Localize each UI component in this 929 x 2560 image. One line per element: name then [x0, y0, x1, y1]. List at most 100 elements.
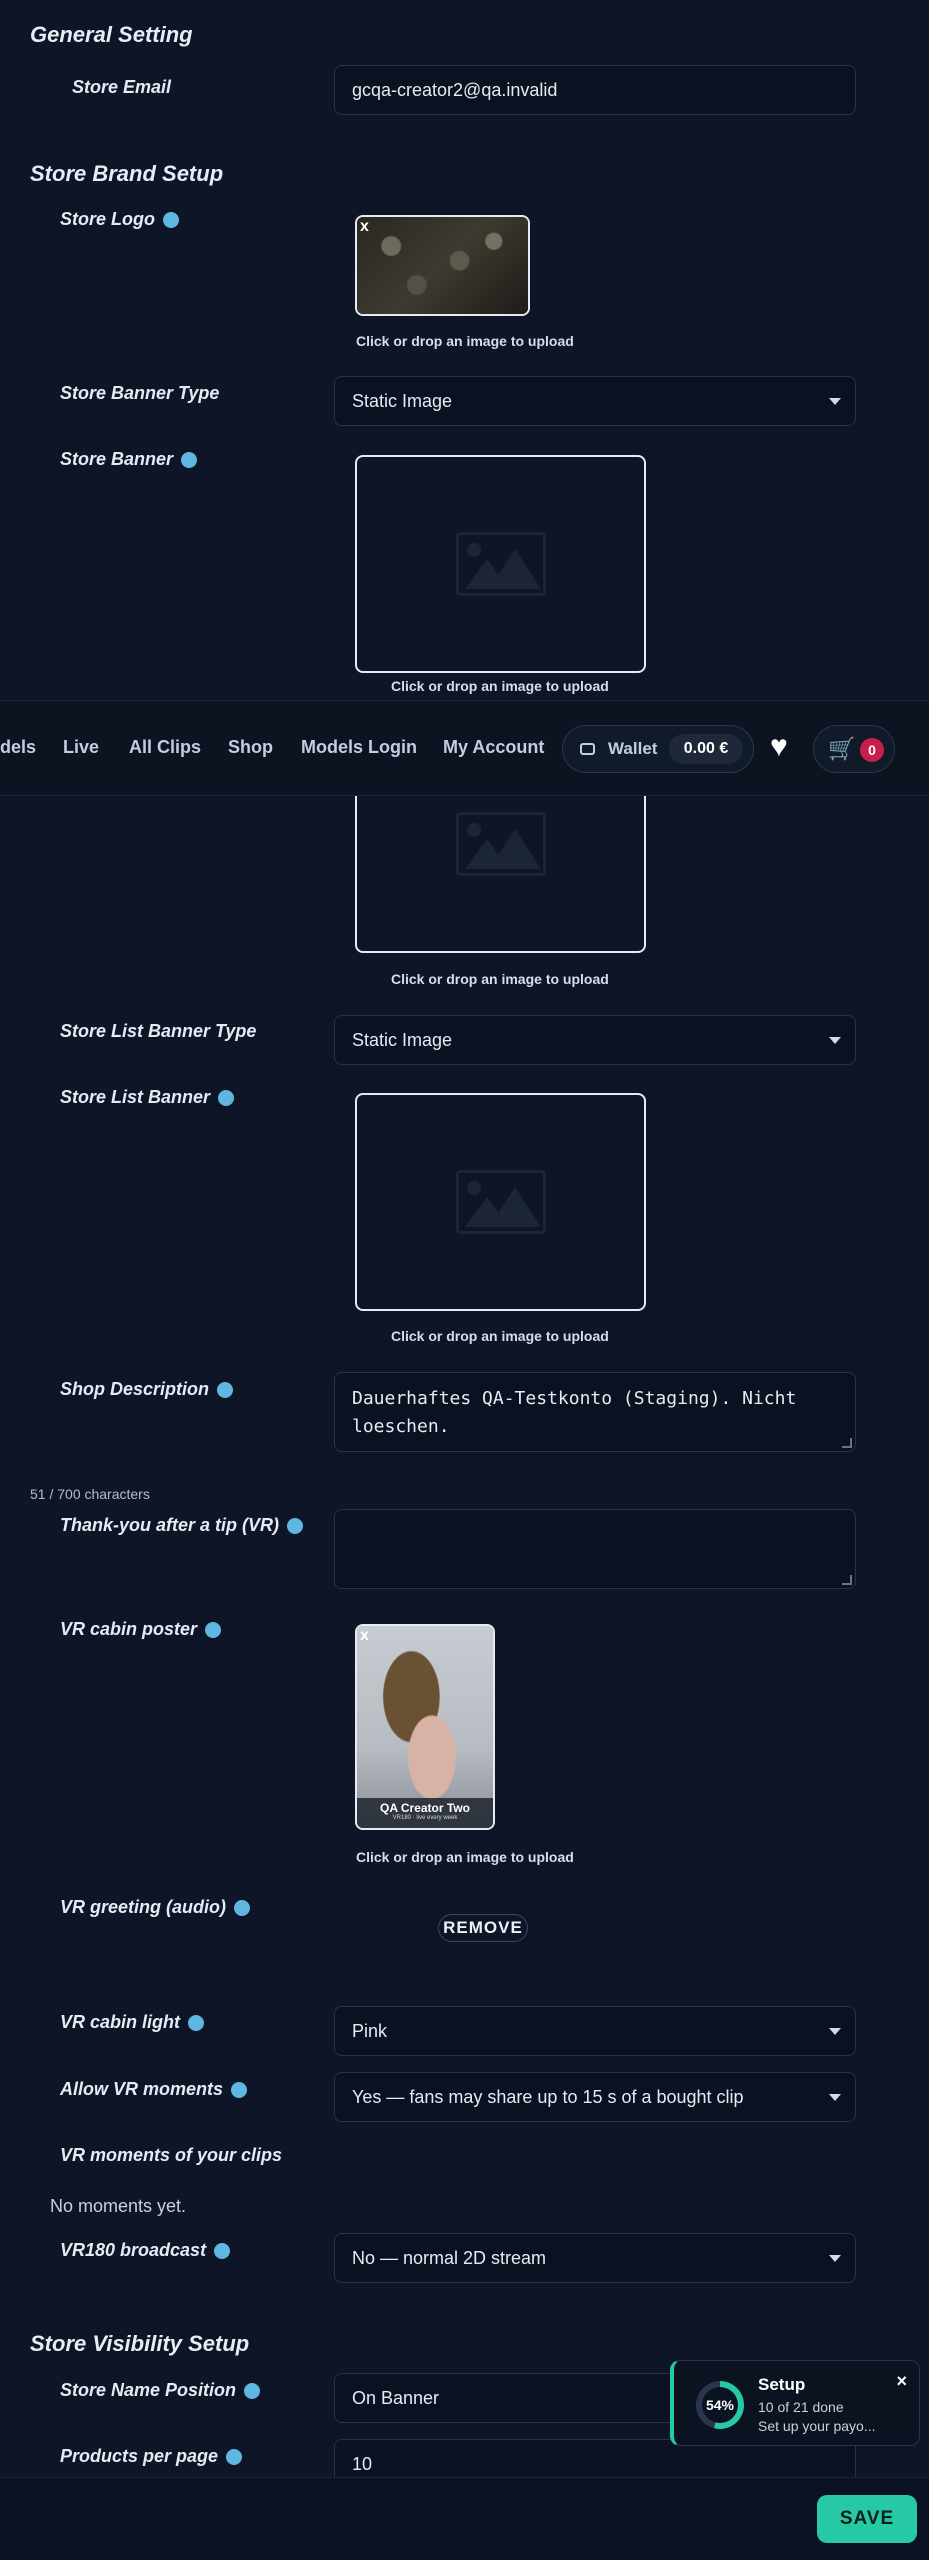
info-icon[interactable]	[226, 2448, 243, 2465]
allow-vr-moments-select[interactable]: Yes — fans may share up to 15 s of a bou…	[334, 2072, 856, 2122]
wallet-balance: 0.00 €	[669, 734, 743, 764]
vr-cabin-light-label-text: VR cabin light	[60, 2012, 181, 2032]
nav-link-my-account[interactable]: My Account	[443, 737, 544, 758]
store-email-label: Store Email	[72, 77, 171, 98]
nav-link-models-login[interactable]: Models Login	[301, 737, 417, 758]
store-banner-label-text: Store Banner	[60, 449, 174, 469]
setup-progress-toast[interactable]: 54% Setup 10 of 21 done Set up your payo…	[670, 2360, 920, 2446]
vr-cabin-poster-label-text: VR cabin poster	[60, 1619, 198, 1639]
cart-button[interactable]: 🛒 0	[813, 725, 895, 773]
vr180-broadcast-select[interactable]: No — normal 2D stream	[334, 2233, 856, 2283]
nav-link-live[interactable]: Live	[63, 737, 99, 758]
vr-moments-label: VR moments of your clips	[60, 2145, 282, 2166]
setup-toast-next: Set up your payo...	[758, 2418, 876, 2434]
store-logo-label-text: Store Logo	[60, 209, 155, 229]
cart-count-badge: 0	[860, 738, 884, 762]
store-banner-type-value: Static Image	[352, 390, 453, 411]
store-email-input[interactable]: gcqa-creator2@qa.invalid	[334, 65, 856, 115]
vr-cabin-poster-label: VR cabin poster	[60, 1619, 222, 1640]
thank-you-textarea[interactable]	[334, 1509, 856, 1589]
vr-moments-label-text: VR moments of your clips	[60, 2145, 283, 2165]
chevron-down-icon	[829, 2094, 841, 2101]
resize-handle-icon[interactable]	[842, 1438, 852, 1448]
resize-handle-icon[interactable]	[842, 1575, 852, 1585]
info-icon[interactable]	[217, 1381, 234, 1398]
shop-description-value: Dauerhaftes QA-Testkonto (Staging). Nich…	[352, 1388, 797, 1437]
store-logo-label: Store Logo	[60, 209, 179, 230]
shop-description-label-text: Shop Description	[60, 1379, 210, 1399]
info-icon[interactable]	[244, 2382, 261, 2399]
remove-greeting-button[interactable]: REMOVE	[438, 1914, 528, 1942]
products-per-page-label-text: Products per page	[60, 2446, 219, 2466]
close-icon[interactable]: ×	[896, 2371, 907, 2392]
store-banner-type-label: Store Banner Type	[60, 383, 219, 404]
top-navbar: dels Live All Clips Shop Models Login My…	[0, 700, 929, 796]
store-banner-label: Store Banner	[60, 449, 198, 470]
info-icon[interactable]	[234, 1899, 250, 1916]
image-placeholder-icon	[455, 532, 546, 596]
chevron-down-icon	[829, 2255, 841, 2262]
wallet-icon	[580, 743, 595, 755]
thank-you-label: Thank-you after a tip (VR)	[60, 1515, 304, 1536]
vr-cabin-light-select[interactable]: Pink	[334, 2006, 856, 2056]
remove-logo-icon[interactable]: x	[360, 219, 369, 235]
info-icon[interactable]	[205, 1621, 222, 1638]
store-banner-upload-hint: Click or drop an image to upload	[391, 678, 609, 694]
save-button[interactable]: SAVE	[817, 2495, 917, 2543]
products-per-page-label: Products per page	[60, 2446, 243, 2467]
remove-poster-icon[interactable]: x	[360, 1628, 369, 1644]
info-icon[interactable]	[163, 211, 179, 228]
nav-link-all-clips[interactable]: All Clips	[129, 737, 201, 758]
store-banner-dropzone[interactable]	[355, 455, 646, 673]
store-list-banner-label: Store List Banner	[60, 1087, 235, 1108]
nav-link-shop[interactable]: Shop	[228, 737, 273, 758]
store-list-banner-type-label: Store List Banner Type	[60, 1021, 256, 1042]
store-list-banner-type-label-text: Store List Banner Type	[60, 1021, 257, 1041]
cart-icon: 🛒	[828, 736, 856, 761]
store-banner-type-label-text: Store Banner Type	[60, 383, 220, 403]
store-list-banner-type-value: Static Image	[352, 1029, 453, 1050]
store-brand-setup-title: Store Brand Setup	[30, 161, 224, 186]
wallet-label: Wallet	[608, 739, 658, 758]
vr-cabin-poster-dropzone[interactable]: x QA Creator Two VR180 · live every week	[355, 1624, 495, 1830]
info-icon[interactable]	[181, 451, 198, 468]
shop-description-label: Shop Description	[60, 1379, 234, 1400]
vr-greeting-label-text: VR greeting (audio)	[60, 1897, 226, 1917]
store-name-position-label: Store Name Position	[60, 2380, 261, 2401]
wallet-button[interactable]: Wallet 0.00 €	[562, 725, 754, 773]
store-name-position-label-text: Store Name Position	[60, 2380, 237, 2400]
allow-vr-moments-label-text: Allow VR moments	[60, 2079, 224, 2099]
shop-description-textarea[interactable]: Dauerhaftes QA-Testkonto (Staging). Nich…	[334, 1372, 856, 1452]
info-icon[interactable]	[214, 2242, 231, 2259]
vr-cabin-poster-upload-hint: Click or drop an image to upload	[356, 1849, 574, 1865]
info-icon[interactable]	[231, 2081, 248, 2098]
store-email-label-text: Store Email	[72, 77, 172, 97]
nav-link-models[interactable]: dels	[0, 737, 36, 758]
chevron-down-icon	[829, 398, 841, 405]
info-icon[interactable]	[287, 1517, 304, 1534]
store-banner-type-select[interactable]: Static Image	[334, 376, 856, 426]
store-list-banner-dropzone[interactable]	[355, 1093, 646, 1311]
store-logo-upload-hint: Click or drop an image to upload	[356, 333, 574, 349]
no-moments-text: No moments yet.	[50, 2196, 187, 2216]
store-logo-image	[357, 217, 528, 314]
vr-cabin-light-label: VR cabin light	[60, 2012, 205, 2033]
heart-icon[interactable]: ♥	[770, 729, 788, 765]
char-count: 51 / 700 characters	[30, 1486, 150, 1502]
store-name-position-value: On Banner	[352, 2387, 440, 2408]
store-list-banner-type-select[interactable]: Static Image	[334, 1015, 856, 1065]
info-icon[interactable]	[218, 1089, 235, 1106]
general-setting-title: General Setting	[30, 22, 193, 47]
allow-vr-moments-label: Allow VR moments	[60, 2079, 248, 2100]
store-logo-dropzone[interactable]: x	[355, 215, 530, 316]
allow-vr-moments-value: Yes — fans may share up to 15 s of a bou…	[352, 2086, 744, 2107]
poster-subtitle: VR180 · live every week	[392, 1815, 458, 1821]
store-visibility-setup-title: Store Visibility Setup	[30, 2331, 250, 2356]
setup-toast-title: Setup	[758, 2375, 806, 2394]
info-icon[interactable]	[188, 2014, 205, 2031]
setup-progress-percent: 54%	[702, 2387, 738, 2423]
setup-toast-done: 10 of 21 done	[758, 2399, 844, 2415]
store-list-banner-label-text: Store List Banner	[60, 1087, 211, 1107]
image-placeholder-icon	[455, 812, 546, 876]
poster-name: QA Creator Two	[379, 1801, 470, 1815]
